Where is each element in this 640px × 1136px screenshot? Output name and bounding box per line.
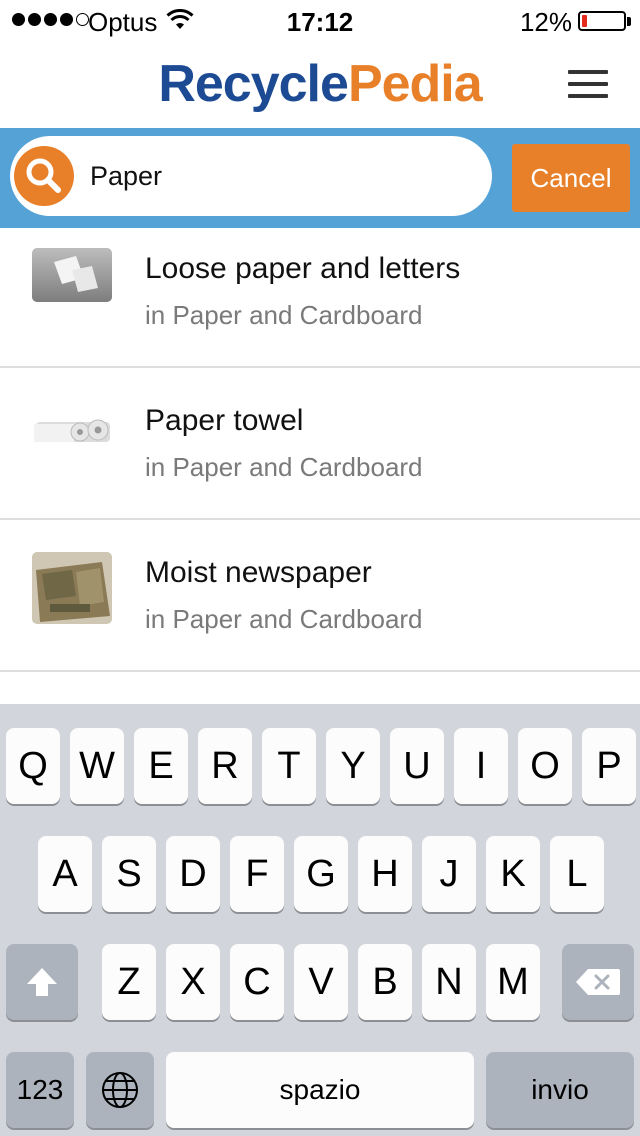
- key-q[interactable]: Q: [6, 728, 60, 804]
- result-item[interactable]: Moist newspaper in Paper and Cardboard: [0, 520, 640, 672]
- key-r[interactable]: R: [198, 728, 252, 804]
- key-v[interactable]: V: [294, 944, 348, 1020]
- shift-icon: [27, 968, 57, 996]
- result-category: in Paper and Cardboard: [145, 300, 423, 330]
- key-a[interactable]: A: [38, 836, 92, 912]
- key-m[interactable]: M: [486, 944, 540, 1020]
- key-j[interactable]: J: [422, 836, 476, 912]
- newspaper-thumbnail: [32, 552, 112, 624]
- key-d[interactable]: D: [166, 836, 220, 912]
- search-input[interactable]: [90, 154, 470, 198]
- result-item[interactable]: Paper towel in Paper and Cardboard: [0, 368, 640, 520]
- key-t[interactable]: T: [262, 728, 316, 804]
- shift-key[interactable]: [6, 944, 78, 1020]
- results-list: Loose paper and letters in Paper and Car…: [0, 216, 640, 672]
- delete-icon: [576, 969, 620, 995]
- key-f[interactable]: F: [230, 836, 284, 912]
- result-item[interactable]: Loose paper and letters in Paper and Car…: [0, 216, 640, 368]
- on-screen-keyboard: Q W E R T Y U I O P A S D F G H J K L Z …: [0, 704, 640, 1136]
- hamburger-menu-button[interactable]: [568, 68, 610, 100]
- cancel-button[interactable]: Cancel: [512, 144, 630, 212]
- globe-icon: [102, 1072, 138, 1108]
- paper-towel-rolls-thumbnail: [32, 400, 112, 454]
- key-g[interactable]: G: [294, 836, 348, 912]
- recyclepedia-logo[interactable]: RecyclePedia: [0, 54, 640, 114]
- result-category: in Paper and Cardboard: [145, 604, 423, 634]
- key-o[interactable]: O: [518, 728, 572, 804]
- status-bar: Optus 17:12 12%: [0, 0, 640, 42]
- search-icon: [14, 146, 74, 206]
- globe-key[interactable]: [86, 1052, 154, 1128]
- search-box[interactable]: [10, 136, 492, 216]
- space-key[interactable]: spazio: [166, 1052, 474, 1128]
- key-w[interactable]: W: [70, 728, 124, 804]
- key-x[interactable]: X: [166, 944, 220, 1020]
- key-p[interactable]: P: [582, 728, 636, 804]
- paper-sheets-thumbnail: [32, 248, 112, 302]
- key-e[interactable]: E: [134, 728, 188, 804]
- key-y[interactable]: Y: [326, 728, 380, 804]
- return-key[interactable]: invio: [486, 1052, 634, 1128]
- numbers-key[interactable]: 123: [6, 1052, 74, 1128]
- app-header: RecyclePedia: [0, 42, 640, 128]
- key-l[interactable]: L: [550, 836, 604, 912]
- key-c[interactable]: C: [230, 944, 284, 1020]
- key-z[interactable]: Z: [102, 944, 156, 1020]
- search-bar: Cancel: [0, 128, 640, 228]
- result-category: in Paper and Cardboard: [145, 452, 423, 482]
- key-n[interactable]: N: [422, 944, 476, 1020]
- key-k[interactable]: K: [486, 836, 540, 912]
- key-s[interactable]: S: [102, 836, 156, 912]
- key-b[interactable]: B: [358, 944, 412, 1020]
- delete-key[interactable]: [562, 944, 634, 1020]
- battery-icon: [578, 11, 626, 31]
- key-i[interactable]: I: [454, 728, 508, 804]
- result-title: Loose paper and letters: [145, 252, 461, 285]
- result-title: Paper towel: [145, 404, 304, 437]
- key-h[interactable]: H: [358, 836, 412, 912]
- battery-percentage: 12%: [519, 7, 572, 37]
- key-u[interactable]: U: [390, 728, 444, 804]
- result-title: Moist newspaper: [145, 556, 372, 589]
